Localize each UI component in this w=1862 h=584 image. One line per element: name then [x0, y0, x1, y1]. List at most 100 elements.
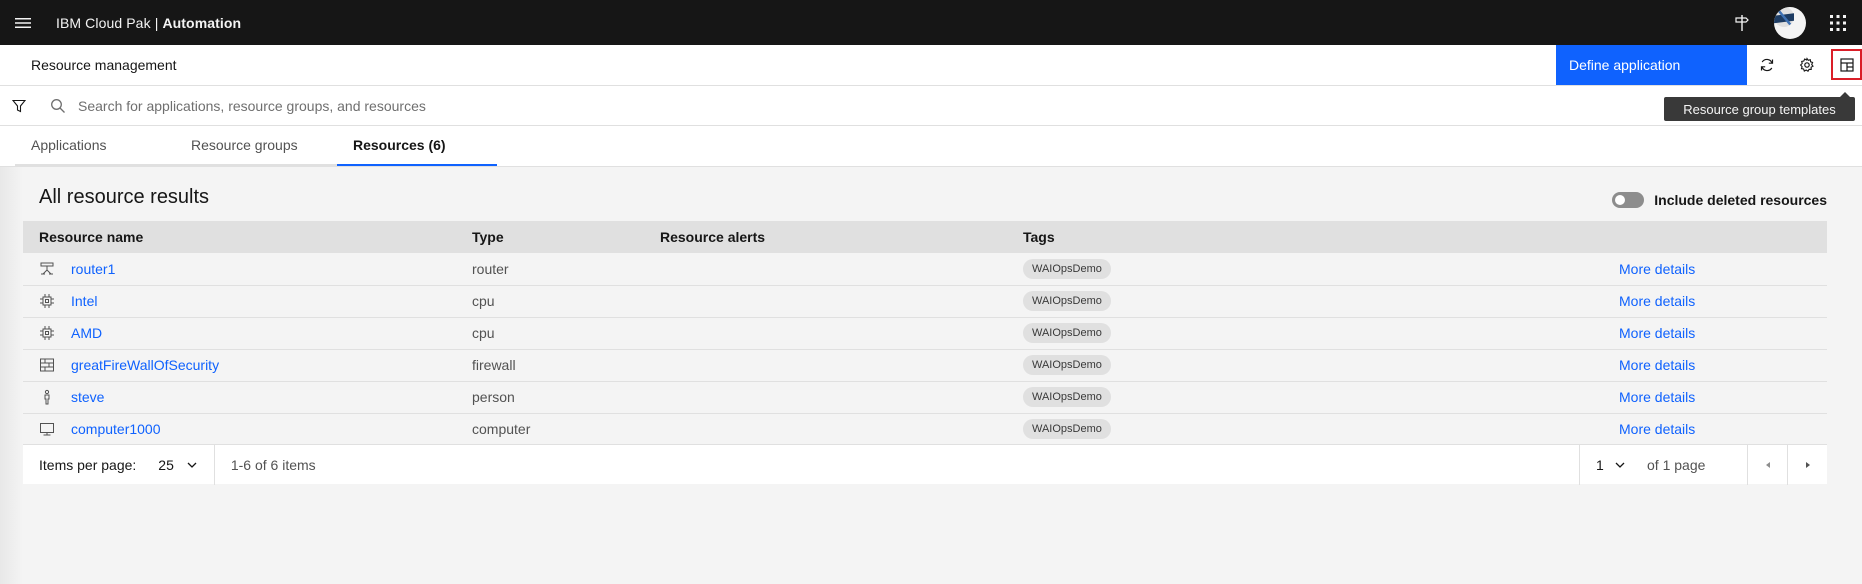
cell-type: computer — [472, 413, 660, 446]
cell-type: cpu — [472, 317, 660, 350]
divider — [213, 444, 215, 485]
monitor-icon — [39, 421, 55, 437]
tag: WAIOpsDemo — [1023, 419, 1111, 439]
tag: WAIOpsDemo — [1023, 258, 1111, 279]
cell-alerts — [660, 381, 1023, 414]
more-details-link[interactable]: More details — [1619, 325, 1695, 341]
cell-tags: WAIOpsDemo — [1023, 253, 1619, 286]
tab-resources[interactable]: Resources (6) — [337, 126, 497, 166]
caret-right-icon — [1805, 462, 1810, 468]
brand-product: Automation — [162, 14, 242, 31]
page-select[interactable]: 1 — [1579, 445, 1639, 485]
table-row: router1 router WAIOpsDemo More details — [23, 253, 1827, 286]
cell-tags: WAIOpsDemo — [1023, 317, 1619, 350]
cell-resource-name: computer1000 — [23, 413, 472, 446]
table-row: steve person WAIOpsDemo More details — [23, 381, 1827, 414]
results-panel: All resource results Include deleted res… — [23, 167, 1827, 485]
cell-resource-name: Intel — [23, 285, 472, 318]
top-header: IBM Cloud Pak | Automation — [0, 0, 1862, 45]
left-edge — [0, 167, 23, 584]
cell-type: person — [472, 381, 660, 414]
search-input[interactable] — [78, 97, 678, 114]
cell-tags: WAIOpsDemo — [1023, 381, 1619, 414]
column-header-actions — [1619, 221, 1827, 253]
cell-action: More details — [1619, 381, 1827, 414]
items-per-page-label: Items per page: — [39, 456, 137, 473]
cell-resource-name: AMD — [23, 317, 472, 350]
more-details-link[interactable]: More details — [1619, 261, 1695, 277]
tab-applications[interactable]: Applications — [15, 126, 175, 166]
filter-icon[interactable] — [0, 86, 38, 126]
cell-resource-name: router1 — [23, 253, 472, 286]
user-avatar[interactable] — [1766, 0, 1814, 45]
cell-resource-name: greatFireWallOfSecurity — [23, 349, 472, 382]
include-deleted-toggle-group: Include deleted resources — [1612, 192, 1827, 208]
resource-link[interactable]: Intel — [71, 293, 97, 309]
items-per-page-select[interactable]: 25 — [158, 457, 198, 473]
resource-link[interactable]: greatFireWallOfSecurity — [71, 357, 219, 373]
person-icon — [39, 389, 55, 405]
include-deleted-toggle[interactable] — [1612, 192, 1645, 208]
cell-action: More details — [1619, 349, 1827, 382]
page-header: Resource management Define application — [0, 45, 1862, 86]
page-title: Resource management — [31, 57, 177, 73]
tooltip: Resource group templates — [1664, 92, 1855, 121]
resource-link[interactable]: computer1000 — [71, 421, 161, 437]
chevron-down-icon — [1615, 462, 1625, 468]
page-number: 1 — [1596, 457, 1604, 473]
column-header-type[interactable]: Type — [472, 221, 660, 253]
include-deleted-label: Include deleted resources — [1654, 192, 1827, 208]
tag: WAIOpsDemo — [1023, 355, 1111, 375]
resource-link[interactable]: router1 — [71, 261, 115, 277]
column-header-tags[interactable]: Tags — [1023, 221, 1619, 253]
results-title: All resource results — [39, 186, 210, 208]
define-application-button[interactable]: Define application — [1556, 45, 1747, 85]
items-per-page-value: 25 — [158, 456, 174, 473]
cell-action: More details — [1619, 413, 1827, 446]
more-details-link[interactable]: More details — [1619, 389, 1695, 405]
table-row: Intel cpu WAIOpsDemo More details — [23, 285, 1827, 318]
cell-type: cpu — [472, 285, 660, 318]
cell-tags: WAIOpsDemo — [1023, 413, 1619, 446]
cell-type: router — [472, 253, 660, 286]
more-details-link[interactable]: More details — [1619, 293, 1695, 309]
resource-group-templates-icon[interactable] — [1831, 49, 1862, 80]
cell-tags: WAIOpsDemo — [1023, 285, 1619, 318]
more-details-link[interactable]: More details — [1619, 421, 1695, 437]
items-range: 1-6 of 6 items — [230, 456, 316, 473]
cell-alerts — [660, 349, 1023, 382]
table-row: greatFireWallOfSecurity firewall WAIOpsD… — [23, 349, 1827, 382]
resources-table: Resource name Type Resource alerts Tags … — [23, 221, 1827, 446]
chip-icon — [39, 293, 55, 309]
brand-separator: | — [154, 14, 159, 31]
caret-left-icon — [1765, 462, 1770, 468]
column-header-resource-name[interactable]: Resource name — [23, 221, 472, 253]
cell-resource-name: steve — [23, 381, 472, 414]
menu-icon[interactable] — [0, 0, 45, 45]
signpost-icon[interactable] — [1718, 0, 1766, 45]
app-switcher-icon[interactable] — [1814, 0, 1862, 45]
resource-link[interactable]: AMD — [71, 325, 102, 341]
tab-resource-groups[interactable]: Resource groups — [175, 126, 337, 166]
product-name[interactable]: IBM Cloud Pak | Automation — [56, 15, 241, 31]
resource-link[interactable]: steve — [71, 389, 104, 405]
cell-alerts — [660, 317, 1023, 350]
previous-page-button[interactable] — [1747, 445, 1787, 485]
settings-icon[interactable] — [1787, 45, 1827, 85]
more-details-link[interactable]: More details — [1619, 357, 1695, 373]
firewall-icon — [39, 357, 55, 373]
cell-action: More details — [1619, 317, 1827, 350]
refresh-icon[interactable] — [1747, 45, 1787, 85]
table-row: computer1000 computer WAIOpsDemo More de… — [23, 413, 1827, 446]
brand-prefix: IBM Cloud Pak — [56, 14, 151, 31]
chevron-down-icon — [187, 462, 197, 468]
next-page-button[interactable] — [1787, 445, 1827, 485]
page-count: of 1 page — [1647, 457, 1706, 473]
column-header-resource-alerts[interactable]: Resource alerts — [660, 221, 1023, 253]
cell-alerts — [660, 285, 1023, 318]
pagination: Items per page: 25 1-6 of 6 items 1 of 1… — [23, 444, 1827, 485]
router-icon — [39, 261, 55, 277]
chip-icon — [39, 325, 55, 341]
search-bar — [0, 86, 1862, 126]
cell-tags: WAIOpsDemo — [1023, 349, 1619, 382]
